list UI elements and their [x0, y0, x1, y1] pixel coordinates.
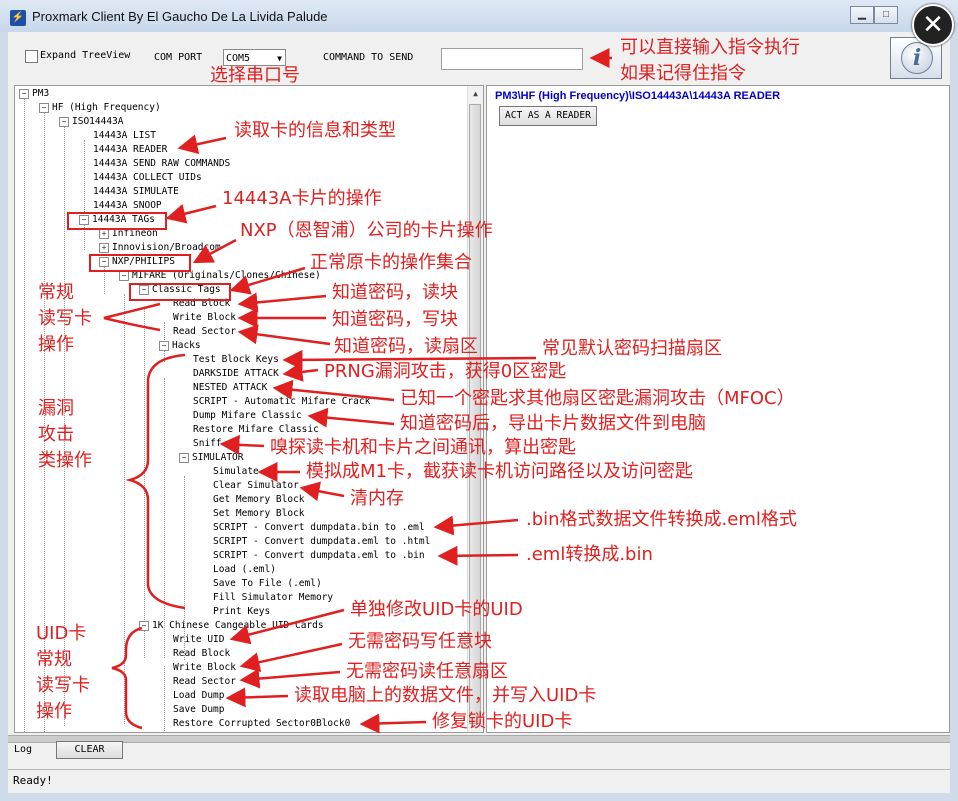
close-icon[interactable]: ✕	[912, 4, 954, 46]
annotation-arrows	[103, 48, 612, 734]
